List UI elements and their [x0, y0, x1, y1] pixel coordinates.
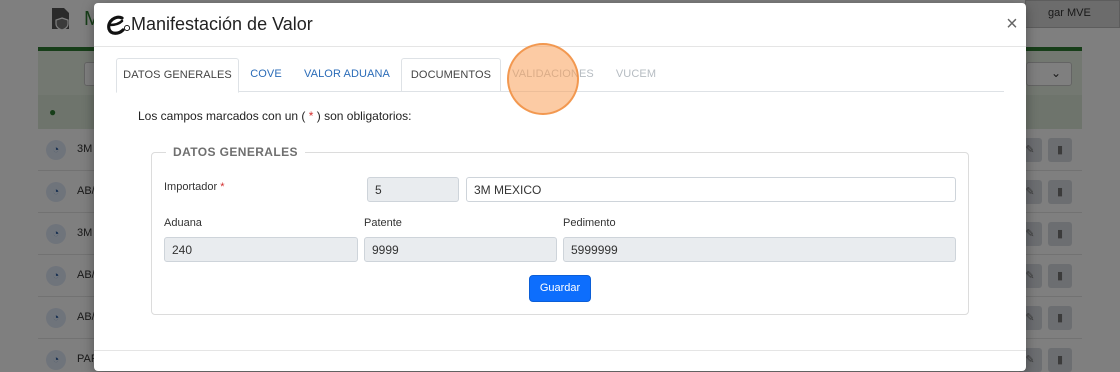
modal-footer-divider [94, 350, 1026, 351]
importador-name-field[interactable]: 3M MEXICO [466, 177, 956, 202]
click-indicator [507, 43, 579, 115]
section-legend: DATOS GENERALES [166, 145, 305, 159]
aduana-field[interactable]: 240 [164, 237, 358, 262]
required-note-end: ) son obligatorios: [316, 109, 412, 123]
required-star: * [308, 109, 314, 123]
tab-cove[interactable]: COVE [243, 58, 289, 92]
patente-label: Patente [364, 217, 402, 229]
required-fields-note: Los campos marcados con un ( * ) son obl… [138, 109, 412, 123]
tab-vucem: VUCEM [615, 68, 657, 80]
save-button[interactable]: Guardar [529, 275, 591, 302]
required-note-start: Los campos marcados con un ( [138, 109, 306, 123]
patente-field[interactable]: 9999 [364, 237, 557, 262]
modal-header: Manifestación de Valor × [94, 3, 1026, 47]
modal-title: Manifestación de Valor [131, 14, 313, 34]
tab-documentos[interactable]: DOCUMENTOS [401, 58, 501, 92]
close-icon[interactable]: × [1002, 14, 1022, 35]
pedimento-label: Pedimento [563, 217, 616, 229]
manifestacion-modal: Manifestación de Valor × DATOS GENERALES… [94, 3, 1026, 371]
tab-datos-generales[interactable]: DATOS GENERALES [116, 58, 239, 93]
pedimento-field[interactable]: 5999999 [563, 237, 956, 262]
importador-code-field[interactable]: 5 [367, 177, 459, 202]
importador-label-text: Importador [164, 181, 218, 193]
aduana-label: Aduana [164, 217, 202, 229]
brand-logo-icon [107, 15, 130, 35]
importador-label: Importador * [164, 181, 225, 193]
importador-required-star: * [220, 181, 225, 193]
tab-valor-aduana[interactable]: VALOR ADUANA [297, 58, 397, 92]
